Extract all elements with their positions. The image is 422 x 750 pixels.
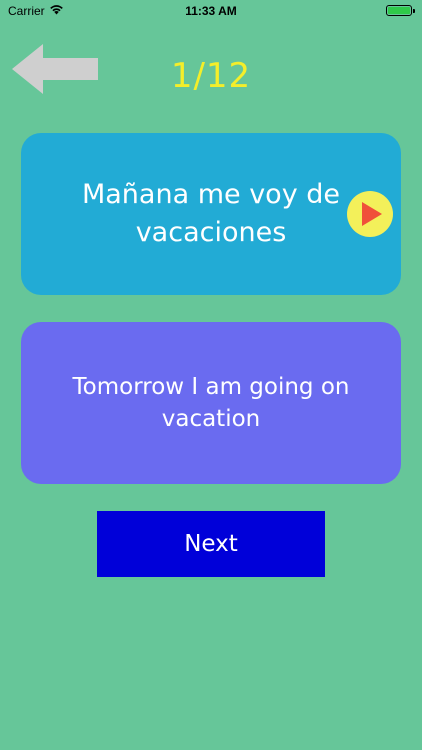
english-translation-card: Tomorrow I am going on vacation [21, 322, 401, 484]
english-translation-text: Tomorrow I am going on vacation [72, 374, 350, 432]
next-button[interactable]: Next [97, 511, 325, 577]
spanish-phrase-text: Mañana me voy de vacaciones [81, 179, 341, 248]
battery-icon [386, 5, 415, 16]
play-audio-button[interactable] [347, 191, 393, 237]
status-time: 11:33 AM [185, 4, 237, 18]
play-icon [362, 202, 382, 226]
battery-fill [388, 7, 410, 14]
status-bar: Carrier 11:33 AM [0, 0, 422, 22]
battery-tip [413, 9, 415, 13]
spanish-phrase-card: Mañana me voy de vacaciones [21, 133, 401, 295]
progress-counter: 1/12 [170, 56, 252, 96]
